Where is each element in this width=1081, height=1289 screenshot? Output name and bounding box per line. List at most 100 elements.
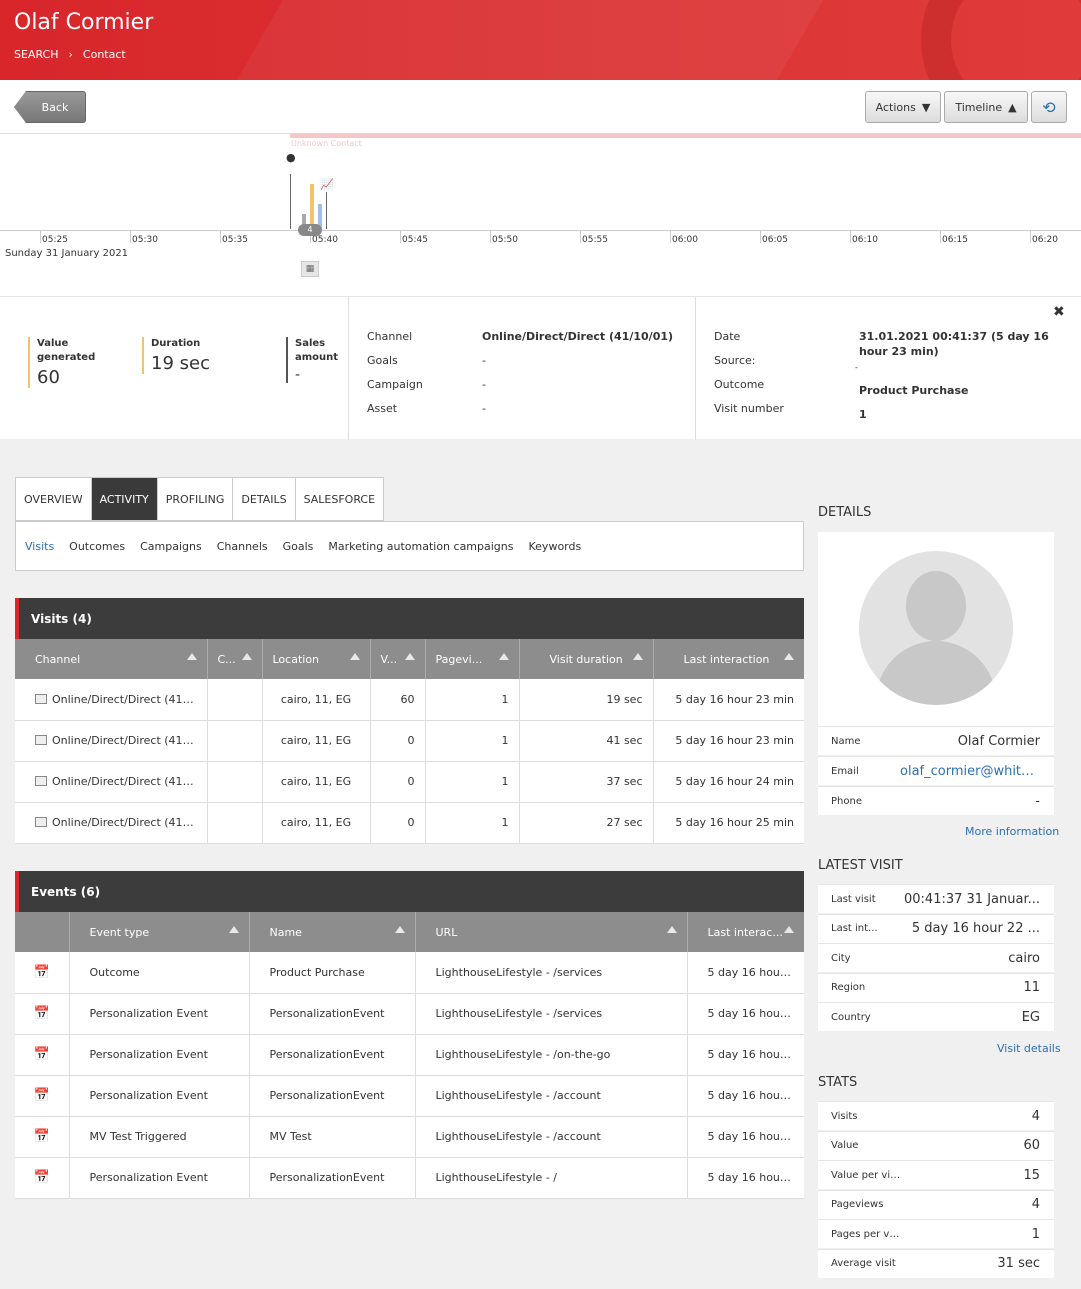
chart-icon: 📈 <box>320 178 334 191</box>
timeline-tick-label: 06:00 <box>672 235 698 245</box>
sort-icon[interactable] <box>241 653 252 660</box>
visits-column-header[interactable]: Location <box>261 639 370 679</box>
tab-details[interactable]: DETAILS <box>233 478 296 520</box>
subtab-goals[interactable]: Goals <box>283 540 314 553</box>
stats-row: Pages per visit 1 <box>818 1219 1054 1248</box>
email-link[interactable]: olaf_cormier@white... <box>900 764 1040 779</box>
sort-icon[interactable] <box>394 926 405 933</box>
column-label: Last interac... <box>707 925 783 939</box>
date-value: hour 23 min) <box>859 345 939 358</box>
event-icon-cell: 📅 <box>15 1075 69 1117</box>
subtab-keywords[interactable]: Keywords <box>529 540 582 553</box>
sort-icon[interactable] <box>784 926 794 933</box>
visits-column-header[interactable]: Pagevi... <box>424 639 519 679</box>
timeline-button[interactable]: Timeline ▲ <box>944 91 1028 123</box>
table-cell <box>206 761 262 803</box>
stats-label: Value <box>831 1140 859 1151</box>
table-row[interactable]: 📅 Personalization Event PersonalizationEve… <box>15 993 804 1035</box>
table-row[interactable]: Online/Direct/Direct (41/1... cairo, 11, … <box>15 761 804 803</box>
timeline-tick-label: 05:55 <box>582 235 608 245</box>
visit-details-link[interactable]: Visit details <box>997 1042 1061 1055</box>
events-column-header[interactable]: Event type <box>68 912 249 952</box>
table-cell: Personalization Event <box>68 1075 249 1117</box>
goals-label: Goals <box>367 354 398 367</box>
refresh-icon[interactable]: ⟲ <box>1031 91 1067 123</box>
subtab-marketing-automation[interactable]: Marketing automation campaigns <box>328 540 513 553</box>
sort-icon[interactable] <box>666 926 677 933</box>
more-information-link[interactable]: More information <box>965 825 1059 838</box>
sort-icon[interactable] <box>632 653 643 660</box>
timeline-tick <box>220 231 221 243</box>
table-cell: cairo, 11, EG <box>261 761 370 803</box>
sort-icon[interactable] <box>228 926 239 933</box>
table-row[interactable]: 📅 MV Test Triggered MV Test LighthouseLifes… <box>15 1116 804 1158</box>
table-cell <box>206 802 262 844</box>
sort-icon[interactable] <box>498 653 509 660</box>
breadcrumb-contact[interactable]: Contact <box>83 48 126 61</box>
table-cell: Personalization Event <box>68 1034 249 1076</box>
stats-label: Pageviews <box>831 1199 884 1210</box>
table-row[interactable]: Online/Direct/Direct (41/1... cairo, 11, … <box>15 679 804 721</box>
channel-cell: Online/Direct/Direct (41/1... <box>15 679 207 721</box>
visits-column-header[interactable]: Channel <box>15 639 207 679</box>
timeline-date: Sunday 31 January 2021 <box>5 248 129 259</box>
avatar-body <box>876 641 996 705</box>
events-column-header[interactable]: URL <box>414 912 687 952</box>
timeline-bar[interactable] <box>310 184 314 229</box>
table-cell: MV Test Triggered <box>68 1116 249 1158</box>
calendar-clock-icon: 📅 <box>33 1129 50 1144</box>
latest-visit-heading: LATEST VISIT <box>818 858 903 873</box>
timeline-panel[interactable]: Unknown Contact ● 📈 05:25 05:30 05:35 05:40… <box>0 134 1081 296</box>
subtab-channels[interactable]: Channels <box>217 540 268 553</box>
tab-profiling[interactable]: PROFILING <box>158 478 234 520</box>
visits-panel-title: Visits (4) <box>15 598 804 639</box>
subtab-visits[interactable]: Visits <box>25 540 54 553</box>
subtab-outcomes[interactable]: Outcomes <box>69 540 125 553</box>
visits-column-header[interactable]: Visit duration <box>518 639 653 679</box>
column-label: Name <box>269 925 302 939</box>
subtab-campaigns[interactable]: Campaigns <box>140 540 202 553</box>
timeline-tick-label: 05:45 <box>402 235 428 245</box>
back-button[interactable]: Back <box>14 91 86 123</box>
contact-band <box>290 134 1081 138</box>
tab-salesforce[interactable]: SALESFORCE <box>296 478 383 520</box>
timeline-tick <box>940 231 941 243</box>
actions-button[interactable]: Actions ▼ <box>865 91 941 123</box>
stats-heading: STATS <box>818 1075 858 1090</box>
asset-label: Asset <box>367 402 398 415</box>
column-label: URL <box>435 925 458 939</box>
caret-down-icon: ▼ <box>921 100 931 114</box>
visits-column-header[interactable]: Last interaction <box>652 639 804 679</box>
table-row[interactable]: Online/Direct/Direct (41/1... cairo, 11, … <box>15 802 804 844</box>
latest-visit-label: City <box>831 952 851 964</box>
sort-icon[interactable] <box>784 653 794 660</box>
table-cell: 5 day 16 hour ... <box>686 993 804 1035</box>
sort-icon[interactable] <box>349 653 360 660</box>
table-row[interactable]: 📅 Personalization Event PersonalizationEve… <box>15 1034 804 1076</box>
visits-column-header[interactable]: V... <box>369 639 425 679</box>
visit-cluster-badge[interactable]: 4 <box>298 224 322 236</box>
calendar-icon[interactable]: ▦ <box>301 261 319 277</box>
table-row[interactable]: 📅 Personalization Event PersonalizationEve… <box>15 1075 804 1117</box>
table-row[interactable]: 📅 Personalization Event PersonalizationEve… <box>15 1157 804 1199</box>
tab-overview[interactable]: OVERVIEW <box>16 478 92 520</box>
events-column-header[interactable]: Last interac... <box>686 912 804 952</box>
latest-visit-value: 00:41:37 31 Januar... <box>904 891 1040 907</box>
table-row[interactable]: Online/Direct/Direct (41/1... cairo, 11, … <box>15 720 804 762</box>
details-label: Name <box>831 735 861 747</box>
kpi-label: generated <box>37 352 96 363</box>
kpi-label: Sales <box>295 338 326 349</box>
details-value: - <box>1035 793 1040 809</box>
sort-icon[interactable] <box>186 653 197 660</box>
table-row[interactable]: 📅 Outcome Product Purchase LighthouseLifest… <box>15 952 804 994</box>
sort-icon[interactable] <box>404 653 415 660</box>
breadcrumb-search[interactable]: SEARCH <box>14 48 59 61</box>
timeline-tick-label: 06:20 <box>1032 235 1058 245</box>
visits-column-header[interactable]: C... <box>206 639 262 679</box>
tab-activity[interactable]: ACTIVITY <box>91 478 158 520</box>
close-icon[interactable]: ✖ <box>1053 304 1065 320</box>
details-row: Email olaf_cormier@white... <box>818 756 1054 785</box>
table-cell: 0 <box>369 802 425 844</box>
events-column-header[interactable]: Name <box>248 912 415 952</box>
latest-visit-row: Last int... 5 day 16 hour 22 ... <box>818 913 1054 943</box>
